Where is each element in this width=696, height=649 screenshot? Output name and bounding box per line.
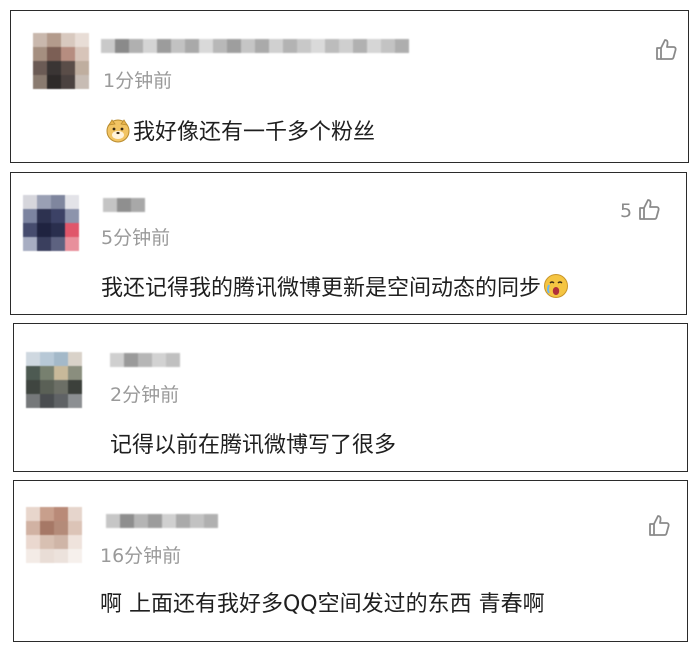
avatar[interactable] [26, 352, 82, 408]
comment-time: 2分钟前 [110, 384, 180, 406]
comment-card: 1分钟前 我好像还有一千多个粉丝 [10, 10, 689, 163]
thumbs-up-icon [648, 513, 670, 541]
username[interactable] [101, 39, 409, 53]
comment-time: 1分钟前 [103, 70, 173, 92]
avatar[interactable] [26, 507, 82, 563]
comment-card: 16分钟前 啊 上面还有我好多QQ空间发过的东西 青春啊 [13, 480, 688, 642]
comment-time: 5分钟前 [101, 227, 171, 249]
comment-text-body: 记得以前在腾讯微博写了很多 [110, 433, 397, 458]
comment-text-body: 我还记得我的腾讯微博更新是空间动态的同步 [101, 276, 542, 301]
comment-card: 2分钟前 记得以前在腾讯微博写了很多 [13, 323, 688, 472]
comment-text: 记得以前在腾讯微博写了很多 [110, 435, 396, 457]
username[interactable] [103, 198, 145, 212]
doge-face-icon [105, 117, 131, 148]
crying-face-icon [543, 273, 569, 304]
comment-text-body: 我好像还有一千多个粉丝 [133, 120, 376, 145]
comment-text-body: 啊 上面还有我好多QQ空间发过的东西 青春啊 [100, 592, 545, 617]
avatar[interactable] [33, 33, 89, 89]
like-button[interactable]: 5 [620, 197, 660, 225]
comment-text: 我还记得我的腾讯微博更新是空间动态的同步 [101, 273, 571, 304]
like-button[interactable] [642, 513, 670, 541]
like-button[interactable] [649, 37, 677, 65]
thumbs-up-icon [638, 197, 660, 225]
thumbs-up-icon [655, 37, 677, 65]
comment-card: 5分钟前 我还记得我的腾讯微博更新是空间动态的同步 5 [10, 172, 687, 315]
comment-time: 16分钟前 [100, 545, 182, 567]
username[interactable] [110, 353, 180, 367]
comment-text: 啊 上面还有我好多QQ空间发过的东西 青春啊 [100, 594, 545, 616]
comment-text: 我好像还有一千多个粉丝 [103, 117, 375, 148]
username[interactable] [106, 514, 218, 528]
avatar[interactable] [23, 195, 79, 251]
like-count: 5 [620, 199, 633, 222]
